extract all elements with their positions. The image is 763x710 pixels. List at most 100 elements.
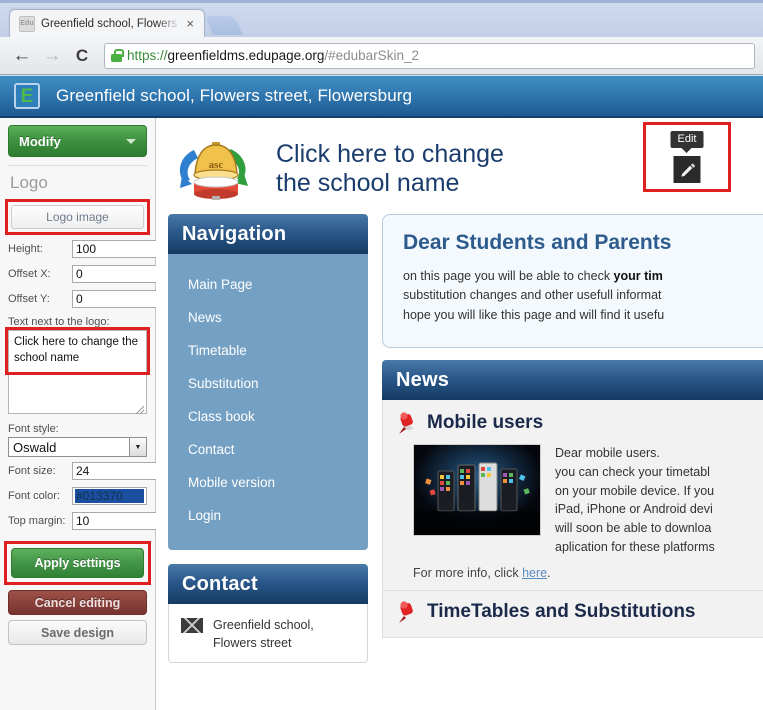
nav-item-contact[interactable]: Contact [168, 433, 368, 466]
font-color-label: Font color: [8, 490, 60, 502]
lock-icon [111, 49, 124, 62]
save-design-button[interactable]: Save design [8, 620, 147, 645]
navigation-heading: Navigation [168, 214, 368, 254]
news-line-3: on your mobile device. If you [555, 483, 715, 498]
news-item: Mobile users Dear mobile users. you can … [382, 400, 763, 591]
resize-grip[interactable] [136, 406, 144, 414]
nav-item-substitution[interactable]: Substitution [168, 367, 368, 400]
text-next-to-logo-label: Text next to the logo: [8, 316, 110, 328]
url-path: /#edubarSkin_2 [324, 48, 419, 63]
chevron-down-icon[interactable]: ▼ [129, 437, 147, 457]
page-viewport: E Greenfield school, Flowers street, Flo… [0, 76, 763, 710]
mobile-phones-image [413, 444, 541, 537]
new-tab-button[interactable] [205, 16, 243, 35]
news-item: TimeTables and Substitutions [382, 590, 763, 638]
contact-panel: Contact Greenfield school, Flowers stree… [168, 564, 368, 664]
address-bar[interactable]: https://greenfieldms.edupage.org/#edubar… [104, 42, 755, 69]
chevron-down-icon [126, 138, 136, 144]
field-font-size: Font size: ▲▼ [8, 460, 250, 482]
news-line-4: iPad, iPhone or Android devi [555, 502, 713, 517]
nav-item-main-page[interactable]: Main Page [168, 268, 368, 301]
cancel-editing-button[interactable]: Cancel editing [8, 590, 147, 615]
contact-body: Greenfield school, Flowers street [168, 604, 368, 664]
edit-tooltip: Edit [670, 131, 704, 153]
modify-dropdown-button[interactable]: Modify [8, 125, 147, 157]
news-more-info: For more info, click here. [395, 566, 763, 580]
welcome-line-3: hope you will like this page and will fi… [403, 307, 665, 322]
left-column: Navigation Main Page News Timetable Subs… [168, 214, 368, 677]
browser-window: Edu Greenfield school, Flowers st × ← → … [0, 0, 763, 710]
reload-icon[interactable]: C [68, 43, 96, 69]
forward-icon[interactable]: → [38, 43, 66, 69]
news-item-title: Mobile users [427, 412, 544, 434]
nav-item-mobile-version[interactable]: Mobile version [168, 466, 368, 499]
news-line-1: Dear mobile users. [555, 446, 660, 461]
site-header-title: Greenfield school, Flowers street, Flowe… [56, 86, 413, 105]
apply-settings-highlight: Apply settings [4, 541, 151, 585]
welcome-title: Dear Students and Parents [403, 231, 672, 254]
font-color-value: #013370 [75, 489, 144, 503]
svg-text:asc: asc [209, 159, 224, 171]
back-icon[interactable]: ← [8, 43, 36, 69]
font-style-value: Oswald [8, 437, 129, 457]
field-offset-y: Offset Y: ▲▼ [8, 288, 250, 310]
pin-icon [395, 599, 419, 625]
navigation-panel: Navigation Main Page News Timetable Subs… [168, 214, 368, 550]
logo-image-highlight: Logo image [5, 199, 150, 235]
site-header-bar: E Greenfield school, Flowers street, Flo… [0, 76, 763, 118]
font-color-input[interactable]: #013370 [72, 487, 147, 505]
welcome-line-1a: on this page you will be able to check [403, 269, 614, 283]
browser-tab[interactable]: Edu Greenfield school, Flowers st × [9, 9, 205, 37]
font-style-select[interactable]: Oswald ▼ [8, 437, 147, 457]
url-host: greenfieldms.edupage.org [167, 48, 325, 63]
navigation-list: Main Page News Timetable Substitution Cl… [168, 254, 368, 550]
asc-bell-logo-icon: asc [174, 136, 260, 202]
news-more-link[interactable]: here [522, 566, 547, 580]
field-offset-x-label: Offset X: [8, 268, 51, 280]
news-item-row: Dear mobile users. you can check your ti… [395, 444, 763, 557]
url-text: https://greenfieldms.edupage.org/#edubar… [127, 48, 419, 63]
tab-title: Greenfield school, Flowers st [41, 17, 181, 30]
nav-item-login[interactable]: Login [168, 499, 368, 532]
site-page: asc Click here to change the school name… [156, 118, 763, 710]
contact-address-line1: Greenfield school, [213, 618, 314, 632]
browser-toolbar: ← → C https://greenfieldms.edupage.org/#… [0, 37, 763, 75]
nav-item-timetable[interactable]: Timetable [168, 334, 368, 367]
field-top-margin: Top margin: ▲▼ [8, 510, 250, 532]
contact-heading: Contact [168, 564, 368, 604]
close-icon[interactable]: × [183, 17, 197, 30]
news-item-title: TimeTables and Substitutions [427, 600, 696, 622]
text-next-to-logo-textarea[interactable] [8, 330, 147, 414]
editor-sidebar: Modify Logo Logo image Height: ▲▼ Off [0, 118, 250, 710]
contact-address: Greenfield school, Flowers street [213, 616, 314, 652]
pin-icon [395, 410, 419, 436]
news-line-2: you can check your timetabl [555, 464, 710, 479]
mail-icon [181, 618, 203, 633]
nav-item-class-book[interactable]: Class book [168, 400, 368, 433]
news-line-6: aplication for these platforms [555, 539, 715, 554]
edit-pencil-button[interactable] [673, 156, 701, 183]
welcome-card: Dear Students and Parents on this page y… [382, 214, 763, 349]
news-more-suffix: . [547, 565, 551, 580]
hero-title[interactable]: Click here to change the school name [276, 140, 516, 199]
font-style-label: Font style: [8, 423, 59, 435]
field-offset-x: Offset X: ▲▼ [8, 263, 250, 285]
tab-strip: Edu Greenfield school, Flowers st × [0, 0, 763, 37]
text-next-to-logo-wrap [5, 327, 150, 417]
welcome-body: on this page you will be able to check y… [403, 267, 763, 325]
apply-settings-button[interactable]: Apply settings [11, 548, 144, 578]
field-height: Height: ▲▼ [8, 238, 250, 260]
modify-label: Modify [19, 133, 61, 149]
page-columns: Navigation Main Page News Timetable Subs… [156, 214, 763, 677]
nav-item-news[interactable]: News [168, 301, 368, 334]
news-panel: News Mobile users Dear mobile users. you… [382, 360, 763, 638]
field-offset-y-label: Offset Y: [8, 293, 50, 305]
news-more-prefix: For more info, click [413, 565, 523, 580]
edupage-logo-icon: E [14, 83, 40, 109]
url-scheme: https:// [127, 48, 168, 63]
font-size-label: Font size: [8, 465, 56, 477]
sidebar-section-title: Logo [10, 173, 48, 192]
edit-highlight-zone: Edit [643, 122, 731, 192]
top-margin-label: Top margin: [8, 515, 66, 527]
logo-image-button[interactable]: Logo image [11, 205, 144, 229]
